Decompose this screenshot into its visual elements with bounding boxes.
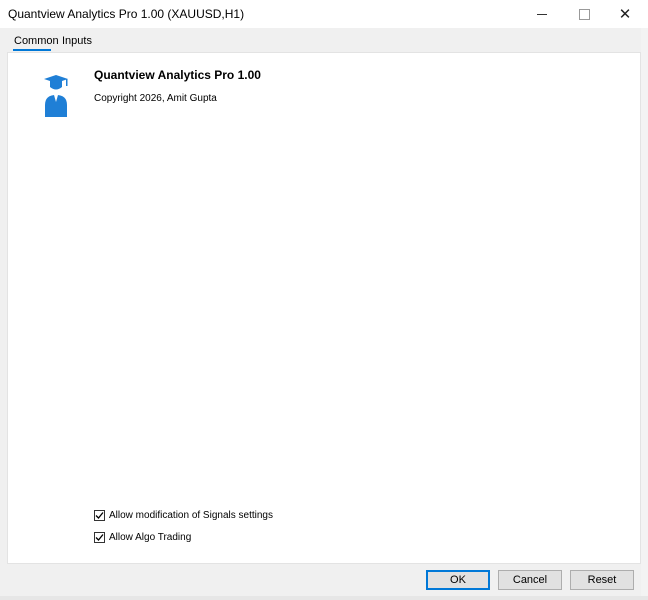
common-tab-panel: Quantview Analytics Pro 1.00 Copyright 2… bbox=[7, 52, 641, 564]
allow-signals-modification-checkbox[interactable] bbox=[94, 509, 105, 521]
maximize-icon bbox=[578, 8, 590, 20]
title-bar: Quantview Analytics Pro 1.00 (XAUUSD,H1)… bbox=[0, 0, 648, 28]
cancel-button[interactable]: Cancel bbox=[498, 570, 562, 590]
ok-button[interactable]: OK bbox=[426, 570, 490, 590]
allow-signals-modification-option[interactable]: Allow modification of Signals settings bbox=[94, 508, 273, 522]
close-button[interactable]: ✕ bbox=[603, 0, 647, 28]
graduate-icon bbox=[41, 75, 71, 119]
reset-button[interactable]: Reset bbox=[570, 570, 634, 590]
window-edge-bottom bbox=[0, 596, 648, 600]
window-title: Quantview Analytics Pro 1.00 (XAUUSD,H1) bbox=[8, 7, 245, 21]
close-icon: ✕ bbox=[618, 5, 632, 23]
allow-algo-trading-label: Allow Algo Trading bbox=[109, 531, 192, 543]
tab-inputs[interactable]: Inputs bbox=[62, 35, 92, 47]
allow-algo-trading-option[interactable]: Allow Algo Trading bbox=[94, 530, 191, 544]
allow-algo-trading-checkbox[interactable] bbox=[94, 531, 105, 543]
product-name: Quantview Analytics Pro 1.00 bbox=[94, 68, 261, 82]
tab-common[interactable]: Common bbox=[14, 35, 59, 47]
active-tab-indicator bbox=[13, 49, 51, 51]
allow-signals-modification-label: Allow modification of Signals settings bbox=[109, 509, 273, 521]
copyright-text: Copyright 2026, Amit Gupta bbox=[94, 93, 217, 104]
checkmark-icon bbox=[95, 533, 104, 541]
window-edge bbox=[641, 28, 648, 600]
minimize-icon bbox=[537, 13, 547, 15]
checkmark-icon bbox=[95, 511, 104, 519]
minimize-button[interactable] bbox=[520, 0, 564, 28]
maximize-button[interactable] bbox=[562, 0, 606, 28]
